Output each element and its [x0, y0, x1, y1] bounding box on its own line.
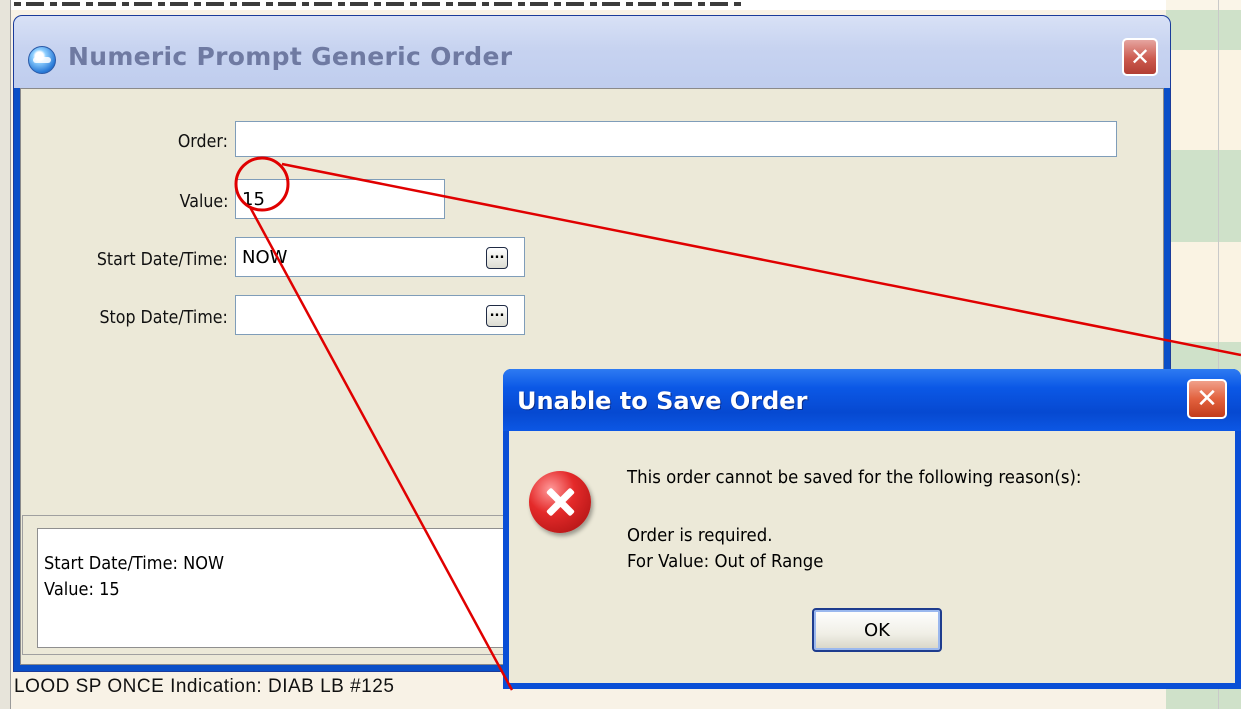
- error-reason-1: Order is required.: [627, 525, 773, 546]
- close-icon: ✕: [1196, 384, 1218, 414]
- start-datetime-input[interactable]: [235, 237, 525, 277]
- stop-datetime-input[interactable]: [235, 295, 525, 335]
- unable-to-save-dialog: Unable to Save Order ✕ This order cannot…: [503, 369, 1241, 689]
- error-dialog-body: This order cannot be saved for the follo…: [509, 431, 1235, 683]
- ellipsis-icon: ...: [489, 305, 505, 320]
- order-row-text: LOOD SP ONCE Indication: DIAB LB #125: [14, 676, 395, 697]
- dialog-titlebar[interactable]: Numeric Prompt Generic Order ✕: [14, 16, 1170, 88]
- stop-datetime-label: Stop Date/Time:: [99, 307, 228, 328]
- error-dialog-titlebar[interactable]: Unable to Save Order ✕: [503, 369, 1241, 431]
- background-toolbar-strip: [0, 0, 1241, 10]
- order-label: Order:: [177, 131, 228, 152]
- value-label: Value:: [179, 191, 228, 212]
- order-input[interactable]: [235, 121, 1117, 157]
- start-datetime-picker-button[interactable]: ...: [486, 247, 508, 269]
- start-datetime-label: Start Date/Time:: [96, 249, 228, 270]
- error-reason-2: For Value: Out of Range: [627, 551, 824, 572]
- value-input[interactable]: [235, 179, 445, 219]
- ellipsis-icon: ...: [489, 247, 505, 262]
- app-globe-icon: [28, 46, 56, 74]
- background-left-edge: [0, 0, 11, 709]
- ok-button[interactable]: OK: [812, 608, 942, 652]
- error-message-heading: This order cannot be saved for the follo…: [627, 467, 1082, 488]
- stop-datetime-picker-button[interactable]: ...: [486, 305, 508, 327]
- error-dialog-title: Unable to Save Order: [517, 387, 808, 415]
- close-icon: ✕: [1129, 43, 1151, 71]
- dialog-title: Numeric Prompt Generic Order: [68, 42, 513, 71]
- close-button[interactable]: ✕: [1122, 38, 1158, 76]
- error-icon: [529, 471, 591, 533]
- error-close-button[interactable]: ✕: [1187, 379, 1227, 419]
